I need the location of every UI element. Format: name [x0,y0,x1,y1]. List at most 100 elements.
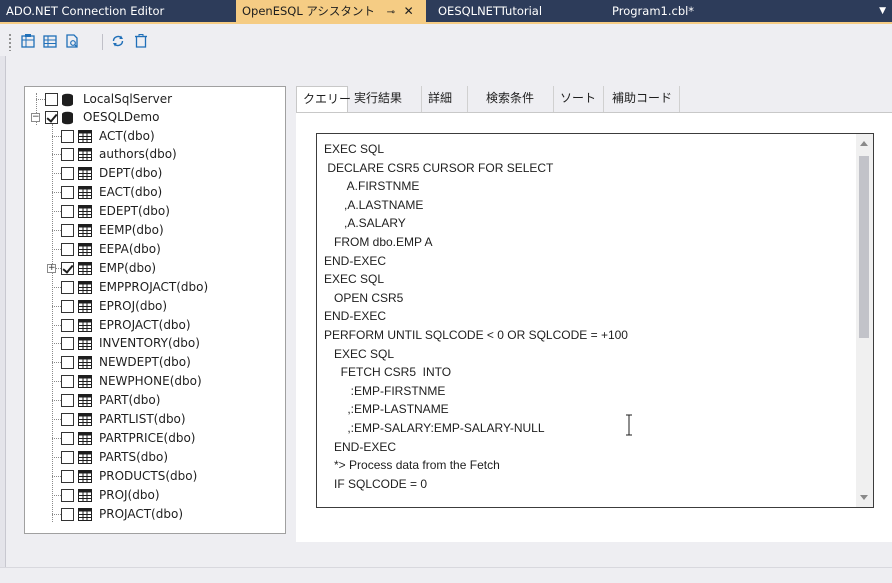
pin-icon[interactable]: ⊸ [387,7,395,18]
checkbox[interactable] [61,205,74,219]
table-icon [78,167,92,181]
text-cursor-icon [625,413,633,437]
tree-node-table[interactable]: PROJ(dbo) [25,486,285,505]
toolbar-grip[interactable] [8,33,12,51]
checkbox[interactable] [61,507,74,521]
tree-node-table[interactable]: NEWDEPT(dbo) [25,353,285,372]
tree-node-oesqldemo[interactable]: − OESQLDemo [25,108,285,127]
checkbox[interactable] [61,394,74,408]
close-icon[interactable]: ✕ [404,4,414,18]
checkbox[interactable] [61,186,74,200]
checkbox[interactable] [61,450,74,464]
scroll-up-icon[interactable] [860,141,868,146]
scrollbar-thumb[interactable] [859,156,869,338]
tree-node-table[interactable]: ACT(dbo) [25,127,285,146]
expand-icon[interactable]: + [47,263,56,273]
tab-auxiliary-code[interactable]: 補助コード [606,86,680,112]
tree-connector [52,230,61,231]
tree-node-table[interactable]: + EMP(dbo) [25,259,285,278]
tree-node-table[interactable]: DEPT(dbo) [25,164,285,183]
vertical-scrollbar[interactable] [856,134,873,507]
tree-node-localsqlserver[interactable]: LocalSqlServer [25,90,285,109]
checkbox[interactable] [61,299,74,313]
tree-node-label: authors(dbo) [99,147,177,162]
tree-node-table[interactable]: INVENTORY(dbo) [25,334,285,353]
tree-node-table[interactable]: EMPPROJACT(dbo) [25,278,285,297]
checkbox[interactable] [61,337,74,351]
tree-node-table[interactable]: PARTS(dbo) [25,448,285,467]
tree-node-table[interactable]: EEMP(dbo) [25,221,285,240]
table-icon [78,488,92,502]
doc-tab-oesqlnettutorial[interactable]: OESQLNETTutorial [432,0,602,22]
checkbox[interactable] [61,431,74,445]
tree-node-table[interactable]: EPROJ(dbo) [25,297,285,316]
tree-node-table[interactable]: PARTLIST(dbo) [25,410,285,429]
checkbox[interactable] [61,318,74,332]
table-icon [78,431,92,445]
table-icon [78,129,92,143]
generate-code-icon[interactable] [40,31,60,51]
tree-connector [52,343,61,345]
table-icon [78,280,92,294]
tree-node-table[interactable]: NEWPHONE(dbo) [25,372,285,391]
doc-tab-label: OpenESQL アシスタント [242,4,375,18]
tab-details[interactable]: 詳細 [422,86,468,112]
doc-tab-openesql-assistant[interactable]: OpenESQL アシスタント ⊸ ✕ [236,0,426,22]
tree-connector [52,173,61,175]
tree-node-table[interactable]: EEPA(dbo) [25,240,285,259]
scroll-down-icon[interactable] [860,495,868,500]
checkbox[interactable] [61,280,74,294]
checkbox[interactable] [61,129,74,143]
table-icon [78,507,92,521]
tree-node-table[interactable]: EACT(dbo) [25,183,285,202]
tree-node-table[interactable]: PART(dbo) [25,391,285,410]
table-icon [78,375,92,389]
checkbox[interactable] [61,375,74,389]
checkbox[interactable] [61,413,74,426]
checkbox[interactable] [61,224,74,237]
checkbox[interactable] [61,242,74,256]
checkbox[interactable] [61,167,74,181]
tree-connector [52,305,61,307]
tree-connector [52,135,61,137]
table-icon [78,450,92,464]
doc-tab-program1[interactable]: Program1.cbl* [606,0,796,22]
tree-node-label: PARTS(dbo) [99,449,169,464]
tree-node-table[interactable]: PARTPRICE(dbo) [25,429,285,448]
tree-node-table[interactable]: EPROJACT(dbo) [25,316,285,335]
tab-sort[interactable]: ソート [554,86,604,112]
search-icon[interactable] [62,31,82,51]
tree-node-label: PARTLIST(dbo) [99,412,186,426]
tree-node-label: EMP(dbo) [99,260,157,275]
tree-node-label: DEPT(dbo) [99,166,163,181]
collapse-icon[interactable]: − [31,113,40,122]
checkbox[interactable] [61,356,74,370]
tab-query[interactable]: クエリー [296,86,351,113]
checkbox[interactable] [45,93,58,106]
checkbox[interactable] [61,148,74,162]
generate-query-icon[interactable] [18,31,38,51]
tree-node-table[interactable]: PROJACT(dbo) [25,505,285,524]
tab-label: 補助コード [612,91,673,105]
refresh-icon[interactable] [108,31,128,51]
tree-node-label: PROJACT(dbo) [99,506,183,521]
tree-connector [52,211,61,213]
table-icon [78,242,92,256]
query-code-text[interactable]: EXEC SQL DECLARE CSR5 CURSOR FOR SELECT … [324,140,628,507]
tab-list-dropdown-icon[interactable]: ▼ [879,0,886,22]
tab-execution-results[interactable]: 実行結果 [348,86,422,112]
tree-node-table[interactable]: PRODUCTS(dbo) [25,467,285,486]
tree-node-table[interactable]: EDEPT(dbo) [25,202,285,221]
tree-connector [52,419,61,420]
delete-icon[interactable] [131,31,151,51]
checkbox[interactable] [61,469,74,483]
database-icon [61,111,74,125]
checkbox[interactable] [61,488,74,502]
doc-tab-ado-net-connection-editor[interactable]: ADO.NET Connection Editor [0,0,236,22]
checkbox[interactable] [45,111,58,124]
query-code-textarea[interactable]: EXEC SQL DECLARE CSR5 CURSOR FOR SELECT … [316,133,874,508]
checkbox[interactable] [61,261,74,275]
database-tree-panel[interactable]: LocalSqlServer − OESQLDemo ACT(dbo) autho… [24,86,286,534]
tree-node-table[interactable]: authors(dbo) [25,145,285,164]
tab-search-conditions[interactable]: 検索条件 [480,86,554,112]
